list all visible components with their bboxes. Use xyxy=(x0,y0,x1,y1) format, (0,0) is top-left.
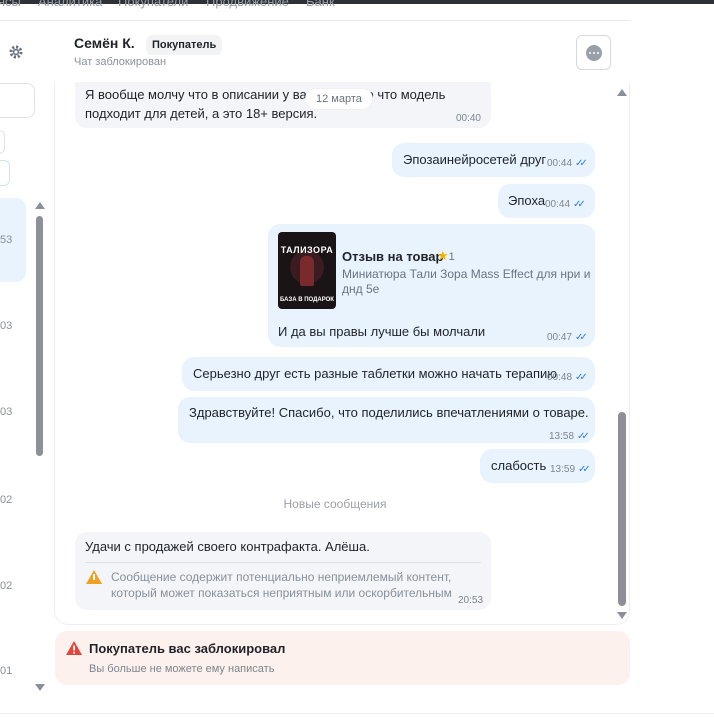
error-icon xyxy=(66,641,82,655)
product-rating: ★1 xyxy=(437,248,455,263)
message-time: 13:59 xyxy=(550,464,576,475)
warning-text: который может показаться неприятным или … xyxy=(111,586,452,600)
chat-list-time: .01 xyxy=(0,665,13,677)
message-text: подходит для детей, а это 18+ версия. xyxy=(85,106,318,121)
product-name: днд 5е xyxy=(342,282,380,296)
message-time: 13:58 xyxy=(549,431,575,442)
message-outgoing: Эпозаинейросетей друг 00:44 ✓✓ xyxy=(392,143,595,177)
read-ticks-icon: ✓✓ xyxy=(578,464,591,475)
message-time: 20:53 xyxy=(458,595,484,606)
blocked-subtitle: Вы больше не можете ему написать xyxy=(89,663,275,675)
messages-area: Я вообще молчу что в описании у вас напи… xyxy=(54,82,630,625)
chat-list-time: 02 xyxy=(0,580,13,592)
message-incoming: Я вообще молчу что в описании у вас напи… xyxy=(75,82,491,128)
messages-scrollbar[interactable] xyxy=(618,412,626,606)
read-ticks-icon: ✓✓ xyxy=(575,158,588,169)
message-time: 00:40 xyxy=(455,113,481,124)
product-review-title: Отзыв на товар xyxy=(342,249,444,264)
message-outgoing: Здравствуйте! Спасибо, что поделились вп… xyxy=(178,397,595,443)
bottom-divider xyxy=(0,713,714,714)
chat-list-time: 53 xyxy=(0,234,13,246)
divider xyxy=(85,562,481,563)
message-time: 00:47 xyxy=(547,332,573,343)
warning-text: Сообщение содержит потенциально неприемл… xyxy=(111,570,452,584)
message-incoming-flagged: Удачи с продажей своего контрафакта. Алё… xyxy=(75,532,491,610)
message-text: Эпоха xyxy=(508,193,546,208)
more-icon xyxy=(586,45,602,61)
nav-item-analytics[interactable]: Аналитика xyxy=(38,0,102,9)
scroll-up-icon[interactable] xyxy=(617,89,627,96)
filter-chip-active[interactable] xyxy=(0,160,10,186)
nav-item-bank[interactable]: Банк xyxy=(306,0,335,9)
top-nav: ясы Аналитика Покупатели Продвижение Бан… xyxy=(0,0,714,14)
warning-icon xyxy=(86,570,102,584)
top-divider xyxy=(0,20,630,21)
scroll-down-icon[interactable] xyxy=(35,684,45,691)
gear-icon[interactable] xyxy=(8,44,24,60)
chat-list-time: 03 xyxy=(0,406,13,418)
message-text: Удачи с продажей своего контрафакта. Алё… xyxy=(85,539,370,554)
star-icon: ★ xyxy=(437,248,449,263)
product-image-caption: ТАЛИЗОРА xyxy=(280,245,334,255)
nav-item-partial[interactable]: ясы xyxy=(0,0,21,9)
chat-list-scrollbar[interactable] xyxy=(36,216,43,456)
scroll-up-icon[interactable] xyxy=(35,202,45,209)
message-text: слабость xyxy=(491,458,547,473)
chat-list-time: 03 xyxy=(0,320,13,332)
message-outgoing: Серьезно друг есть разные таблетки можно… xyxy=(182,357,595,391)
chat-search-input[interactable] xyxy=(0,83,35,118)
read-ticks-icon: ✓✓ xyxy=(575,332,588,343)
message-text: Эпозаинейросетей друг xyxy=(403,152,547,167)
message-text: И да вы правы лучше бы молчали xyxy=(278,324,486,339)
more-options-button[interactable] xyxy=(576,35,611,70)
chat-status: Чат заблокирован xyxy=(74,56,167,68)
product-thumbnail[interactable]: ТАЛИЗОРА БАЗА В ПОДАРОК xyxy=(278,232,336,309)
nav-item-promotion[interactable]: Продвижение xyxy=(206,0,289,9)
message-time: 00:48 xyxy=(547,372,573,383)
new-messages-divider: Новые сообщения xyxy=(283,497,387,511)
read-ticks-icon: ✓✓ xyxy=(573,199,586,210)
nav-item-buyers[interactable]: Покупатели xyxy=(118,0,188,9)
message-time: 00:44 xyxy=(547,158,573,169)
chat-contact-name: Семён К. xyxy=(74,35,135,51)
product-image-caption: БАЗА В ПОДАРОК xyxy=(280,297,334,303)
product-name: Миниатюра Тали Зора Mass Effect для нри … xyxy=(342,267,591,281)
message-outgoing: слабость 13:59 ✓✓ xyxy=(480,449,595,483)
top-dark-line xyxy=(0,0,714,4)
chat-list-time: 02 xyxy=(0,494,13,506)
message-outgoing: Эпоха 00:44 ✓✓ xyxy=(498,184,595,218)
message-text: Серьезно друг есть разные таблетки можно… xyxy=(193,366,558,381)
role-badge: Покупатель xyxy=(146,35,223,55)
message-text: Здравствуйте! Спасибо, что поделились вп… xyxy=(189,405,589,420)
blocked-title: Покупатель вас заблокировал xyxy=(89,641,286,656)
read-ticks-icon: ✓✓ xyxy=(577,431,590,442)
message-text: Я вообще молчу что в описании у вас напи… xyxy=(85,87,446,102)
filter-chip[interactable] xyxy=(0,130,5,154)
scroll-down-icon[interactable] xyxy=(617,612,627,619)
date-pill: 12 марта xyxy=(305,88,373,110)
message-time: 00:44 xyxy=(545,199,571,210)
message-product-review[interactable]: ТАЛИЗОРА БАЗА В ПОДАРОК Отзыв на товар ★… xyxy=(268,224,595,347)
read-ticks-icon: ✓✓ xyxy=(575,372,588,383)
blocked-banner: Покупатель вас заблокировал Вы больше не… xyxy=(55,631,630,685)
